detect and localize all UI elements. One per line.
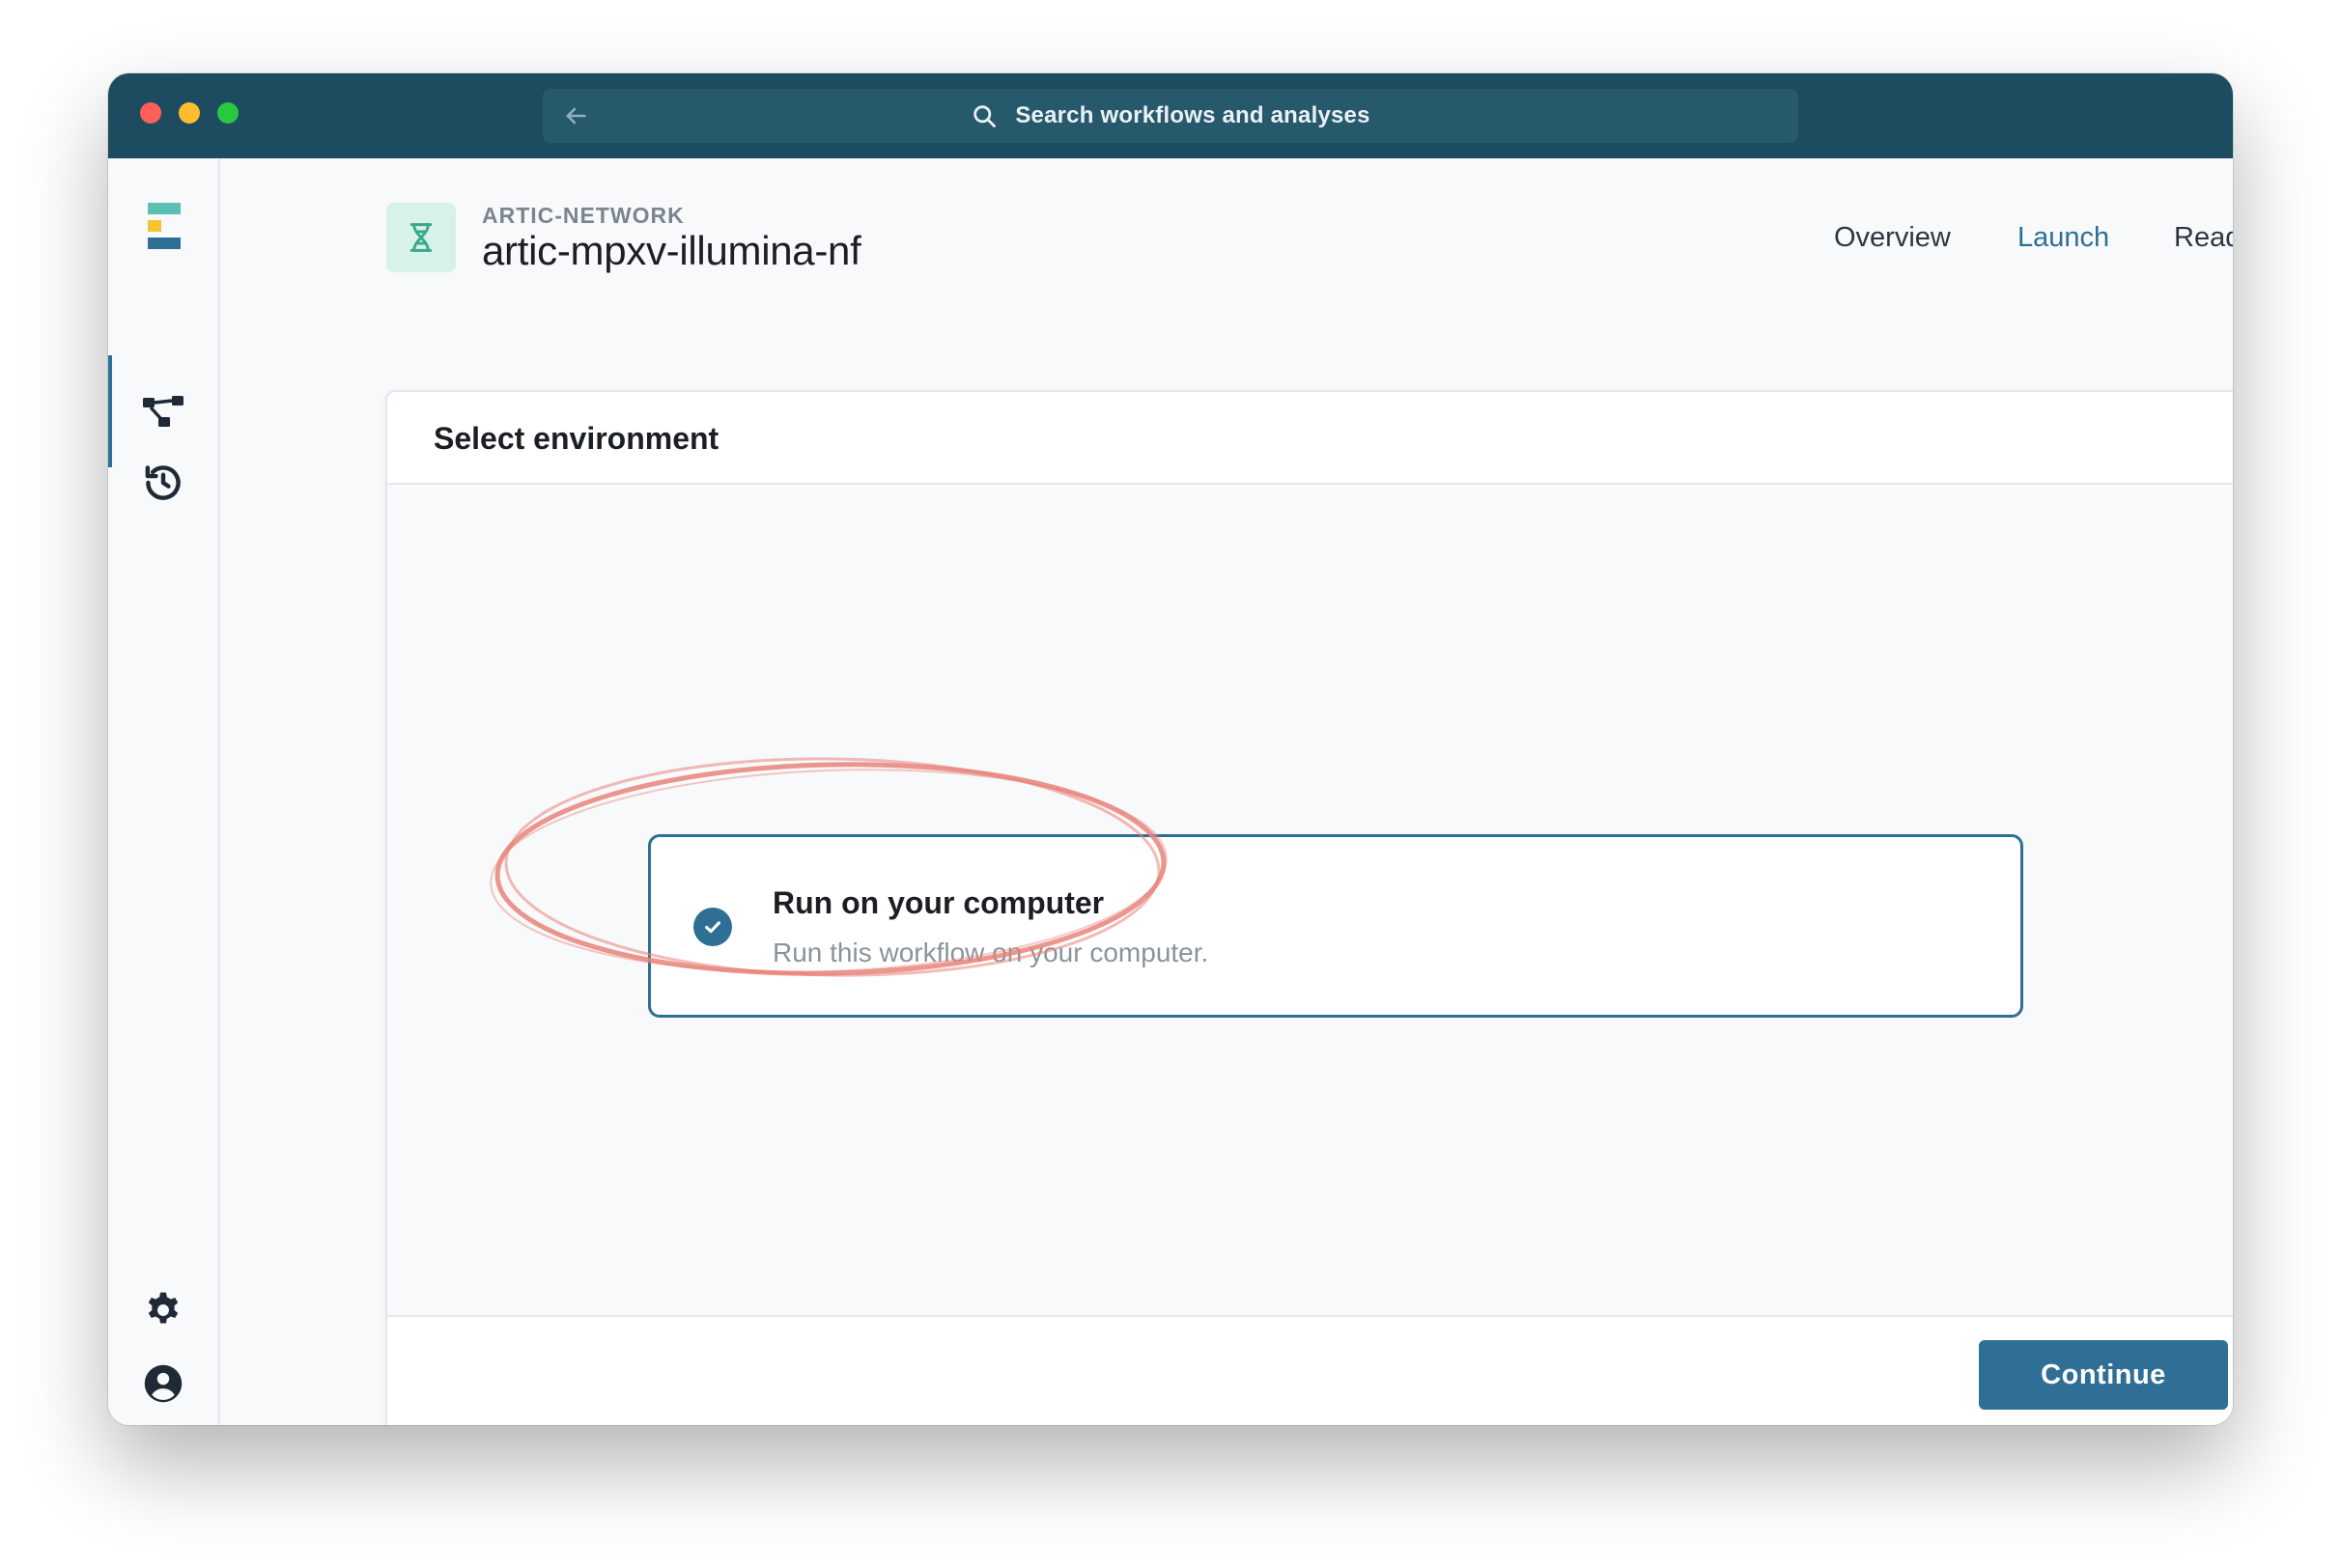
continue-button[interactable]: Continue bbox=[1979, 1340, 2228, 1410]
workflow-graph-icon bbox=[143, 396, 183, 427]
maximize-window-button[interactable] bbox=[217, 102, 239, 124]
tab-overview[interactable]: Overview bbox=[1834, 222, 1951, 254]
arrow-left-icon bbox=[566, 107, 586, 125]
close-window-button[interactable] bbox=[140, 102, 161, 124]
gear-icon bbox=[148, 1292, 179, 1324]
minimize-window-button[interactable] bbox=[179, 102, 200, 124]
panel-header: Select environment bbox=[387, 392, 2233, 485]
main-content: ARTIC-NETWORK artic-mpxv-illumina-nf Ove… bbox=[220, 158, 2233, 1425]
search-icon bbox=[973, 105, 997, 127]
tab-readme[interactable]: Readme bbox=[2174, 222, 2233, 254]
app-window: Search workflows and analyses ARTIC-NETW… bbox=[108, 73, 2233, 1425]
history-icon bbox=[145, 465, 181, 500]
sidebar-item-account[interactable] bbox=[128, 1349, 198, 1418]
option-description: Run this workflow on your computer. bbox=[773, 938, 1209, 967]
select-environment-panel: Select environment Run on your computer … bbox=[385, 390, 2233, 1425]
check-icon bbox=[705, 921, 720, 934]
user-circle-icon bbox=[144, 1364, 183, 1403]
sidebar-active-indicator bbox=[108, 355, 112, 467]
panel-footer: Continue bbox=[387, 1315, 2233, 1425]
panel-title: Select environment bbox=[434, 421, 719, 456]
back-button[interactable] bbox=[556, 97, 595, 135]
app-logo-icon bbox=[148, 203, 181, 249]
selected-radio[interactable] bbox=[693, 908, 732, 946]
option-title: Run on your computer bbox=[773, 885, 1105, 920]
search-bar[interactable]: Search workflows and analyses bbox=[543, 89, 1798, 143]
workflow-tabs: Overview Launch Readme bbox=[220, 222, 2233, 261]
sidebar bbox=[108, 158, 220, 1425]
app-logo[interactable] bbox=[128, 191, 198, 261]
sidebar-item-settings[interactable] bbox=[128, 1275, 198, 1345]
title-bar: Search workflows and analyses bbox=[108, 73, 2233, 158]
sidebar-item-workflows[interactable] bbox=[128, 377, 198, 446]
tab-launch[interactable]: Launch bbox=[2017, 222, 2109, 254]
run-locally-option[interactable]: Run on your computer Run this workflow o… bbox=[648, 834, 2023, 1018]
search-input[interactable]: Search workflows and analyses bbox=[1015, 102, 1369, 129]
sidebar-item-history[interactable] bbox=[128, 448, 198, 518]
